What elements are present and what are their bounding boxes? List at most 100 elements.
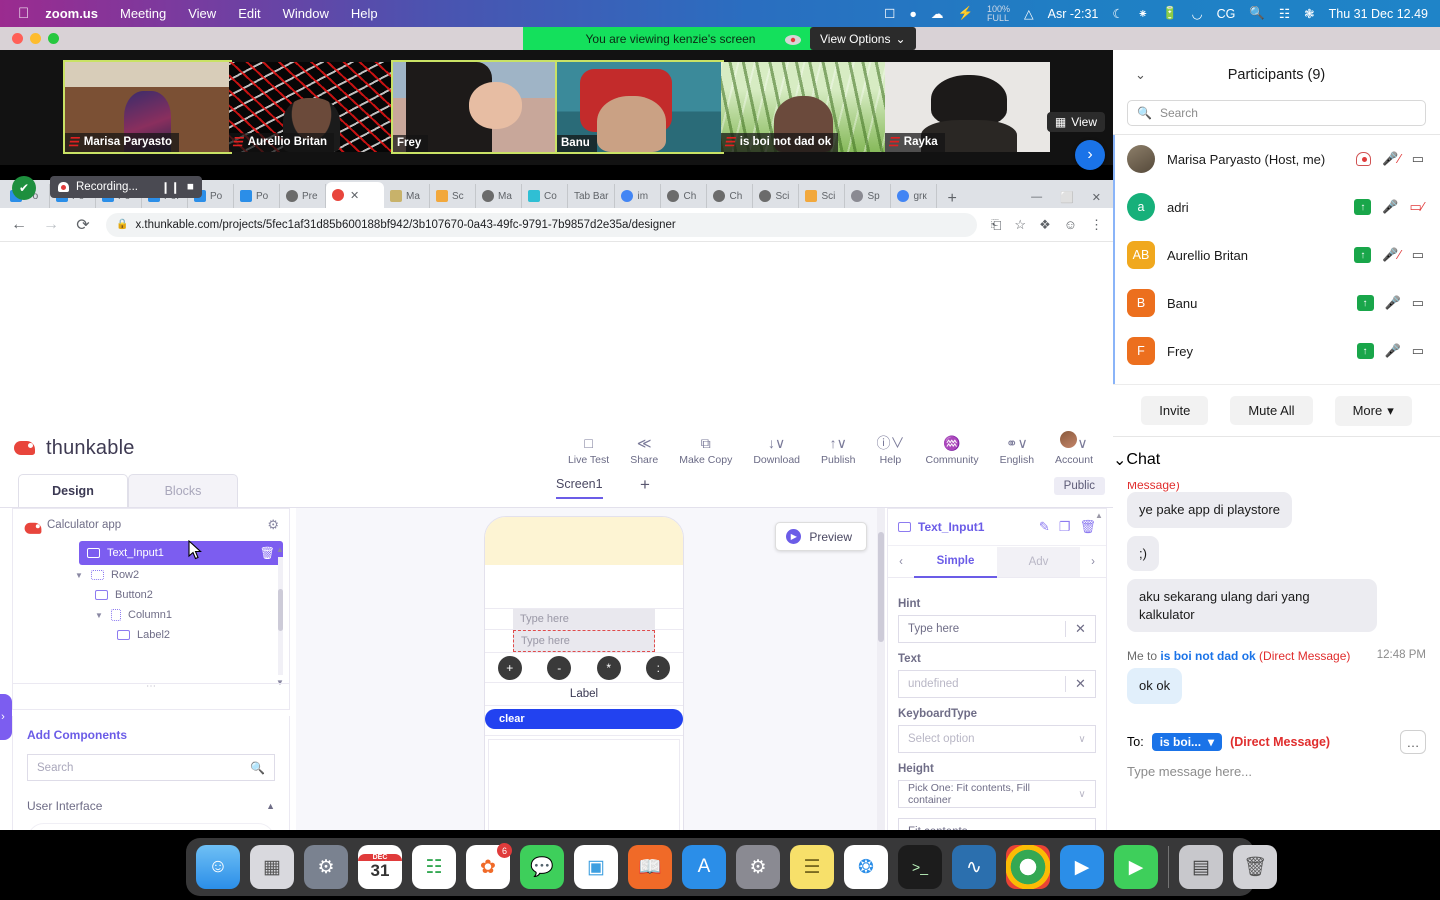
screen-tab-screen1[interactable]: Screen1	[556, 477, 603, 499]
address-bar[interactable]: 🔒 x.thunkable.com/projects/5fec1af31d85b…	[106, 212, 977, 237]
browser-tab-active-thunkable[interactable]: ✕	[326, 182, 384, 208]
phone-text-input-2-selected[interactable]: Type here	[513, 630, 655, 652]
tree-node-button2[interactable]: Button2	[13, 585, 289, 605]
operator-plus-button[interactable]: +	[497, 655, 522, 680]
chat-message-list[interactable]: Message) ye pake app di playstore ;) aku…	[1113, 482, 1440, 722]
browser-tab[interactable]: Sp	[845, 184, 892, 208]
tab-design[interactable]: Design	[18, 474, 128, 507]
numbers-icon[interactable]: ☷	[412, 845, 456, 889]
camera-on-icon[interactable]: ▭	[1412, 247, 1424, 263]
view-options-button[interactable]: View Options ⌄	[810, 27, 916, 50]
preview-button[interactable]: ▶ Preview	[775, 522, 867, 551]
translate-icon[interactable]: ⎗	[991, 217, 1001, 233]
terminal-icon[interactable]: >_	[898, 845, 942, 889]
menu-view[interactable]: View	[188, 6, 216, 21]
maximize-window-button[interactable]	[48, 33, 59, 44]
browser-tab[interactable]: Co	[522, 184, 568, 208]
chevron-down-icon[interactable]: ▼	[75, 571, 84, 580]
chrome-icon[interactable]	[1006, 845, 1050, 889]
browser-tab[interactable]: im	[615, 184, 662, 208]
system-prefs-icon[interactable]: ⚙	[304, 845, 348, 889]
chat-recipient-dropdown[interactable]: is boi... ▾	[1151, 733, 1223, 751]
participant-row-kenzie[interactable]: k kenzie ↑ 🎤∕ ▭∕	[1113, 375, 1440, 384]
browser-tab[interactable]: Po	[234, 184, 280, 208]
zoom-shield-badge-icon[interactable]: ✔	[12, 176, 36, 200]
toolbar-community[interactable]: ♒ Community	[925, 435, 978, 466]
cloud-upload-icon[interactable]: ☁	[931, 6, 944, 21]
close-window-button[interactable]: ✕	[1092, 191, 1101, 204]
search-icon[interactable]: 🔍	[250, 761, 265, 775]
settings-icon[interactable]: ⚙	[736, 845, 780, 889]
participant-row-aurellio[interactable]: AB Aurellio Britan ↑ 🎤∕ ▭	[1113, 231, 1440, 279]
browser-tab[interactable]: Sc	[430, 184, 476, 208]
field-text[interactable]: undefined ✕	[898, 670, 1096, 698]
stop-recording-icon[interactable]: ■	[187, 181, 194, 193]
mute-all-button[interactable]: Mute All	[1230, 396, 1313, 425]
menu-meeting[interactable]: Meeting	[120, 6, 166, 21]
profile-icon[interactable]: ☺	[1064, 217, 1077, 232]
collapse-chat-icon[interactable]: ⌄	[1113, 450, 1126, 470]
toolbar-publish[interactable]: ↑∨ Publish	[821, 435, 855, 466]
mic-off-icon[interactable]: 🎤∕	[1382, 247, 1400, 263]
back-icon[interactable]: ←	[10, 216, 28, 234]
minimize-window-button[interactable]	[30, 33, 41, 44]
control-center-icon[interactable]: ☷	[1279, 6, 1290, 21]
toolbar-language[interactable]: ⚭∨ English	[1000, 435, 1034, 466]
user-interface-section-header[interactable]: User Interface ▲	[27, 799, 275, 813]
tree-node-text-input1[interactable]: Text_Input1 🗑	[79, 541, 283, 565]
extensions-icon[interactable]: ❖	[1039, 217, 1051, 233]
chat-message-input[interactable]: Type message here...	[1113, 758, 1440, 785]
panel-resize-grip[interactable]: ⋯	[13, 682, 289, 692]
clear-hint-icon[interactable]: ✕	[1065, 621, 1095, 637]
edit-pencil-icon[interactable]: ✎	[1039, 519, 1050, 535]
facetime-icon[interactable]: ▶	[1114, 845, 1158, 889]
browser-tab[interactable]: Sci	[799, 184, 846, 208]
prayer-icon[interactable]: △	[1024, 6, 1034, 21]
field-height[interactable]: Pick One: Fit contents, Fill container ∨	[898, 780, 1096, 808]
tree-node-label2[interactable]: Label2	[13, 625, 289, 645]
raise-hand-icon[interactable]: ↑	[1356, 343, 1374, 359]
mic-on-icon[interactable]: 🎤	[1382, 199, 1398, 215]
messages-icon[interactable]: 💬	[520, 845, 564, 889]
participants-search-input[interactable]: 🔍 Search	[1127, 100, 1426, 126]
keynote-icon[interactable]: ▣	[574, 845, 618, 889]
field-hint[interactable]: Type here ✕	[898, 615, 1096, 643]
browser-tab[interactable]: Ch	[661, 184, 708, 208]
maximize-window-button[interactable]: ⬜	[1060, 191, 1074, 204]
mic-on-icon[interactable]: 🎤	[1385, 343, 1401, 359]
wifi-icon[interactable]: ◡	[1192, 6, 1203, 21]
siri-icon[interactable]: ❃	[1304, 6, 1314, 21]
tree-node-row2[interactable]: ▼ Row2	[13, 565, 289, 585]
panel-expand-toggle[interactable]: ›	[0, 694, 12, 740]
menu-edit[interactable]: Edit	[238, 6, 260, 21]
operator-multiply-button[interactable]: *	[596, 655, 621, 680]
next-page-arrow-button[interactable]: ›	[1075, 140, 1105, 170]
camera-on-icon[interactable]: ▭	[1412, 151, 1424, 167]
visibility-badge[interactable]: Public	[1053, 477, 1105, 495]
raise-hand-icon[interactable]: ↑	[1356, 295, 1374, 311]
calendar-icon[interactable]: DEC 31	[358, 845, 402, 889]
tab-simple[interactable]: Simple	[914, 546, 997, 578]
invite-button[interactable]: Invite	[1141, 396, 1209, 425]
tab-advanced[interactable]: Adv	[997, 546, 1080, 577]
participant-row-banu[interactable]: B Banu ↑ 🎤 ▭	[1113, 279, 1440, 327]
participant-row-adri[interactable]: a adri ↑ 🎤 ▭∕	[1113, 183, 1440, 231]
video-tile-marisa[interactable]: ☰ Marisa Paryasto	[63, 60, 232, 154]
chevron-down-icon[interactable]: ▼	[95, 611, 104, 620]
camera-on-icon[interactable]: ▭	[1412, 295, 1424, 311]
participants-list[interactable]: Marisa Paryasto (Host, me) 🎤∕ ▭ a adri ↑…	[1113, 134, 1440, 384]
scrollbar-thumb[interactable]	[878, 532, 884, 642]
books-icon[interactable]: 📖	[628, 845, 672, 889]
menu-help[interactable]: Help	[351, 6, 378, 21]
zoom-icon[interactable]: ▶	[1060, 845, 1104, 889]
message-icon[interactable]: ●	[909, 7, 917, 21]
dolphin-icon[interactable]: ∿	[952, 845, 996, 889]
collapse-participants-icon[interactable]: ⌄	[1135, 67, 1146, 83]
screen-record-icon[interactable]: ☐	[884, 6, 895, 21]
apple-menu-icon[interactable]: 	[18, 6, 29, 21]
participant-row-marisa[interactable]: Marisa Paryasto (Host, me) 🎤∕ ▭	[1113, 135, 1440, 183]
more-participants-button[interactable]: More ▾	[1334, 395, 1412, 426]
battery-icon[interactable]: 🔋	[1162, 6, 1178, 21]
moon-icon[interactable]: ☾	[1112, 6, 1123, 21]
appstore-icon[interactable]: A	[682, 845, 726, 889]
